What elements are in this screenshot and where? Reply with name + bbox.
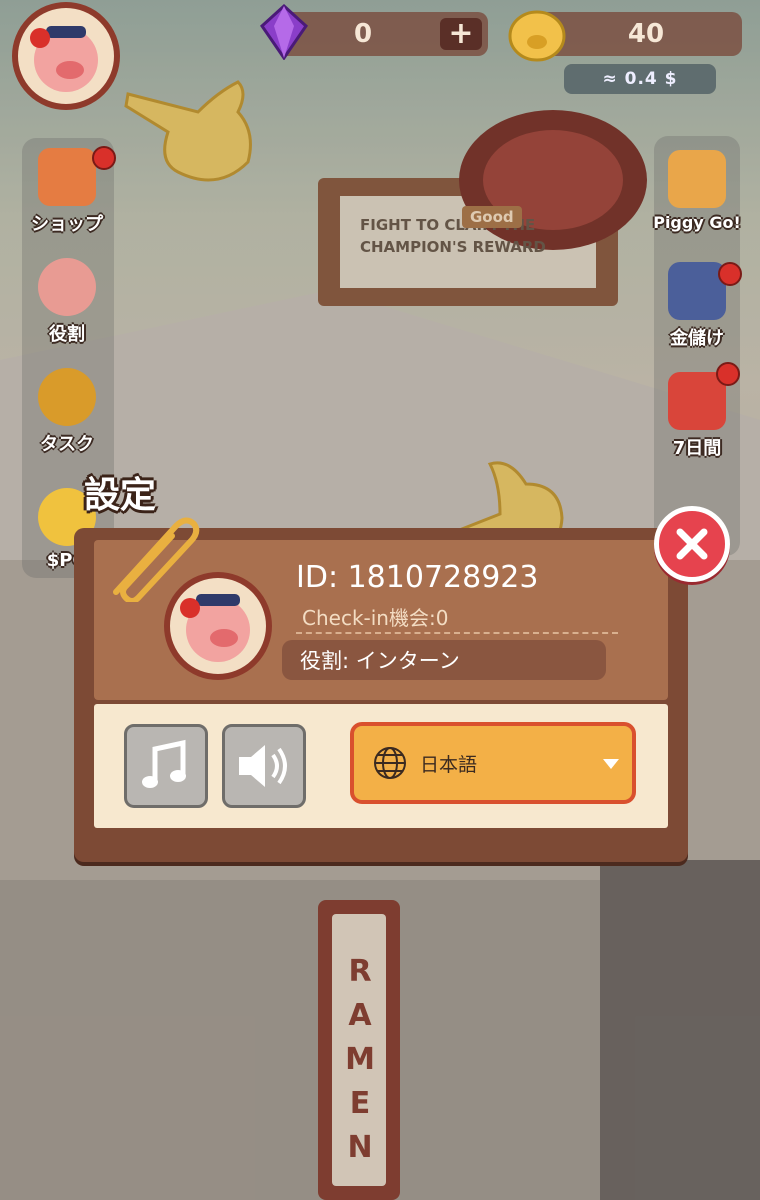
menu-label-role: 役割 xyxy=(49,324,85,345)
globe-icon xyxy=(374,747,406,779)
plus-icon: + xyxy=(448,16,474,51)
pig-avatar-icon xyxy=(180,594,250,662)
menu-label-shop: ショップ xyxy=(31,214,103,235)
speaker-icon xyxy=(239,745,287,787)
profile-divider xyxy=(296,632,618,634)
menu-item-piggy-go[interactable]: Piggy Go! xyxy=(652,150,742,233)
notification-badge-money xyxy=(718,262,742,286)
menu-label-piggy-go: Piggy Go! xyxy=(653,213,741,232)
pig-avatar-icon xyxy=(30,26,98,92)
player-avatar[interactable] xyxy=(12,2,120,110)
usd-estimate: ≈ 0.4 $ xyxy=(564,64,716,94)
close-button[interactable] xyxy=(654,506,730,582)
add-gems-button[interactable]: + xyxy=(440,18,482,50)
settings-title: 設定 xyxy=(84,475,157,516)
role-icon xyxy=(38,258,96,316)
task-medal-icon xyxy=(38,368,96,426)
gem-count: 0 xyxy=(353,19,373,49)
menu-item-task[interactable]: タスク xyxy=(22,368,112,456)
music-toggle-button[interactable] xyxy=(124,724,208,808)
menu-label-task: タスク xyxy=(40,434,94,455)
menu-label-money: 金儲け xyxy=(670,328,724,349)
notification-badge-7days xyxy=(716,362,740,386)
music-note-icon xyxy=(142,739,186,788)
user-id: ID: 1810728923 xyxy=(296,560,539,595)
sound-toggle-button[interactable] xyxy=(222,724,306,808)
menu-item-role[interactable]: 役割 xyxy=(22,258,112,346)
purple-gem-icon xyxy=(260,4,308,60)
piggy-go-icon xyxy=(668,150,726,208)
role-label: 役割: インターン xyxy=(282,640,606,680)
checkin-count: Check-in機会:0 xyxy=(302,606,449,630)
shop-icon xyxy=(38,148,96,206)
notification-badge xyxy=(92,146,116,170)
pig-coin-icon xyxy=(508,10,566,62)
profile-avatar xyxy=(164,572,272,680)
close-x-icon xyxy=(676,528,708,560)
triangle-down-icon xyxy=(603,759,619,769)
selected-language: 日本語 xyxy=(420,753,478,776)
language-dropdown[interactable]: 日本語 xyxy=(350,722,636,804)
coin-count: 40 xyxy=(627,19,665,49)
menu-label-7days: 7日間 xyxy=(672,438,722,459)
